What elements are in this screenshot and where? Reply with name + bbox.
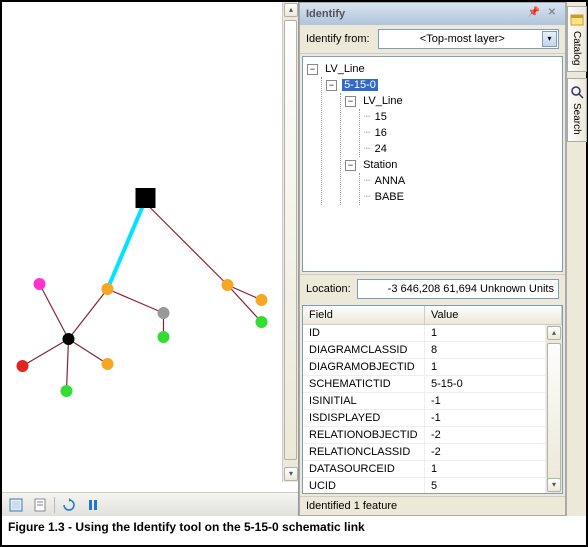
attr-value: 1 xyxy=(425,359,546,375)
collapse-icon[interactable]: − xyxy=(307,64,318,75)
table-row[interactable]: ISDISPLAYED-1 xyxy=(303,410,546,427)
table-row[interactable]: DIAGRAMCLASSID8 xyxy=(303,342,546,359)
attr-field: DIAGRAMCLASSID xyxy=(303,342,425,358)
pin-icon[interactable]: 📌 xyxy=(527,7,541,21)
tab-layoutview-icon[interactable] xyxy=(30,496,50,514)
attr-field: RELATIONCLASSID xyxy=(303,444,425,460)
tree-group[interactable]: LV_Line xyxy=(361,95,405,107)
table-row[interactable]: DIAGRAMOBJECTID1 xyxy=(303,359,546,376)
attr-value: -2 xyxy=(425,444,546,460)
docked-tabs: Catalog Search xyxy=(566,2,586,516)
table-row[interactable]: RELATIONCLASSID-2 xyxy=(303,444,546,461)
map-viewport[interactable]: ▴ ▾ xyxy=(2,2,299,516)
attr-value: 1 xyxy=(425,461,546,477)
tab-search[interactable]: Search xyxy=(567,78,587,142)
tree-root[interactable]: LV_Line xyxy=(323,63,367,75)
location-field[interactable]: -3 646,208 61,694 Unknown Units xyxy=(357,279,559,299)
attr-field: ID xyxy=(303,325,425,341)
tab-catalog[interactable]: Catalog xyxy=(567,6,587,72)
identify-title: Identify xyxy=(306,8,345,20)
table-row[interactable]: ISINITIAL-1 xyxy=(303,393,546,410)
scroll-thumb[interactable] xyxy=(284,20,297,460)
schematic-diagram xyxy=(2,2,298,482)
tree-item[interactable]: ANNA xyxy=(373,175,408,187)
attr-field: UCID xyxy=(303,478,425,493)
tree-group[interactable]: Station xyxy=(361,159,399,171)
close-icon[interactable]: ✕ xyxy=(545,7,559,21)
refresh-icon[interactable] xyxy=(59,496,79,514)
attr-value: -1 xyxy=(425,410,546,426)
catalog-icon xyxy=(570,13,584,27)
attr-value: 5 xyxy=(425,478,546,493)
scroll-down-icon[interactable]: ▾ xyxy=(284,467,298,481)
attr-field: DATASOURCEID xyxy=(303,461,425,477)
collapse-icon[interactable]: − xyxy=(326,80,337,91)
identify-status: Identified 1 feature xyxy=(300,496,565,515)
chevron-down-icon[interactable]: ▾ xyxy=(542,31,557,47)
table-vertical-scrollbar[interactable]: ▴ ▾ xyxy=(546,325,562,493)
collapse-icon[interactable]: − xyxy=(345,160,356,171)
table-row[interactable]: RELATIONOBJECTID-2 xyxy=(303,427,546,444)
attr-value: -2 xyxy=(425,427,546,443)
table-row[interactable]: SCHEMATICTID5-15-0 xyxy=(303,376,546,393)
search-icon xyxy=(570,85,584,99)
figure-caption: Figure 1.3 - Using the Identify tool on … xyxy=(2,516,586,538)
tab-dataview-icon[interactable] xyxy=(6,496,26,514)
scroll-up-icon[interactable]: ▴ xyxy=(547,326,561,340)
identify-from-label: Identify from: xyxy=(306,33,370,45)
table-row[interactable]: UCID5 xyxy=(303,478,546,493)
attr-value: 1 xyxy=(425,325,546,341)
table-row[interactable]: DATASOURCEID1 xyxy=(303,461,546,478)
location-value: -3 646,208 61,694 Unknown Units xyxy=(388,283,554,295)
attributes-body[interactable]: ▴ ▾ ID1DIAGRAMCLASSID8DIAGRAMOBJECTID1SC… xyxy=(303,325,562,493)
identify-panel: Identify 📌 ✕ Identify from: <Top-most la… xyxy=(299,2,566,516)
attr-field: SCHEMATICTID xyxy=(303,376,425,392)
map-vertical-scrollbar[interactable]: ▴ ▾ xyxy=(282,2,298,482)
identify-titlebar[interactable]: Identify 📌 ✕ xyxy=(300,3,565,25)
identify-from-combo[interactable]: <Top-most layer> ▾ xyxy=(378,29,559,49)
pause-icon[interactable] xyxy=(83,496,103,514)
collapse-icon[interactable]: − xyxy=(345,96,356,107)
attr-field: DIAGRAMOBJECTID xyxy=(303,359,425,375)
table-row[interactable]: ID1 xyxy=(303,325,546,342)
identify-from-value: <Top-most layer> xyxy=(420,33,505,45)
scroll-up-icon[interactable]: ▴ xyxy=(284,3,298,17)
tree-selected-item[interactable]: 5-15-0 xyxy=(342,79,378,91)
attr-field: ISINITIAL xyxy=(303,393,425,409)
scroll-down-icon[interactable]: ▾ xyxy=(547,478,561,492)
attr-field: RELATIONOBJECTID xyxy=(303,427,425,443)
tree-item[interactable]: 16 xyxy=(373,127,389,139)
attr-value: 8 xyxy=(425,342,546,358)
attr-value: -1 xyxy=(425,393,546,409)
identify-tree[interactable]: − LV_Line − 5-15-0 − LV_Line ┈15 ┈16 ┈24 xyxy=(302,56,563,272)
location-label: Location: xyxy=(306,283,351,295)
app-frame: ▴ ▾ Identify 📌 ✕ Identify from: <Top-mos… xyxy=(0,0,588,547)
scroll-thumb[interactable] xyxy=(547,343,561,483)
tree-item[interactable]: BABE xyxy=(373,191,406,203)
attr-value: 5-15-0 xyxy=(425,376,546,392)
attributes-table: Field Value ▴ ▾ ID1DIAGRAMCLASSID8DIAGRA… xyxy=(302,305,563,494)
map-toolbar xyxy=(2,492,298,516)
attr-field: ISDISPLAYED xyxy=(303,410,425,426)
col-header-field[interactable]: Field xyxy=(303,306,425,324)
col-header-value[interactable]: Value xyxy=(425,306,562,324)
tree-item[interactable]: 24 xyxy=(373,143,389,155)
tree-item[interactable]: 15 xyxy=(373,111,389,123)
